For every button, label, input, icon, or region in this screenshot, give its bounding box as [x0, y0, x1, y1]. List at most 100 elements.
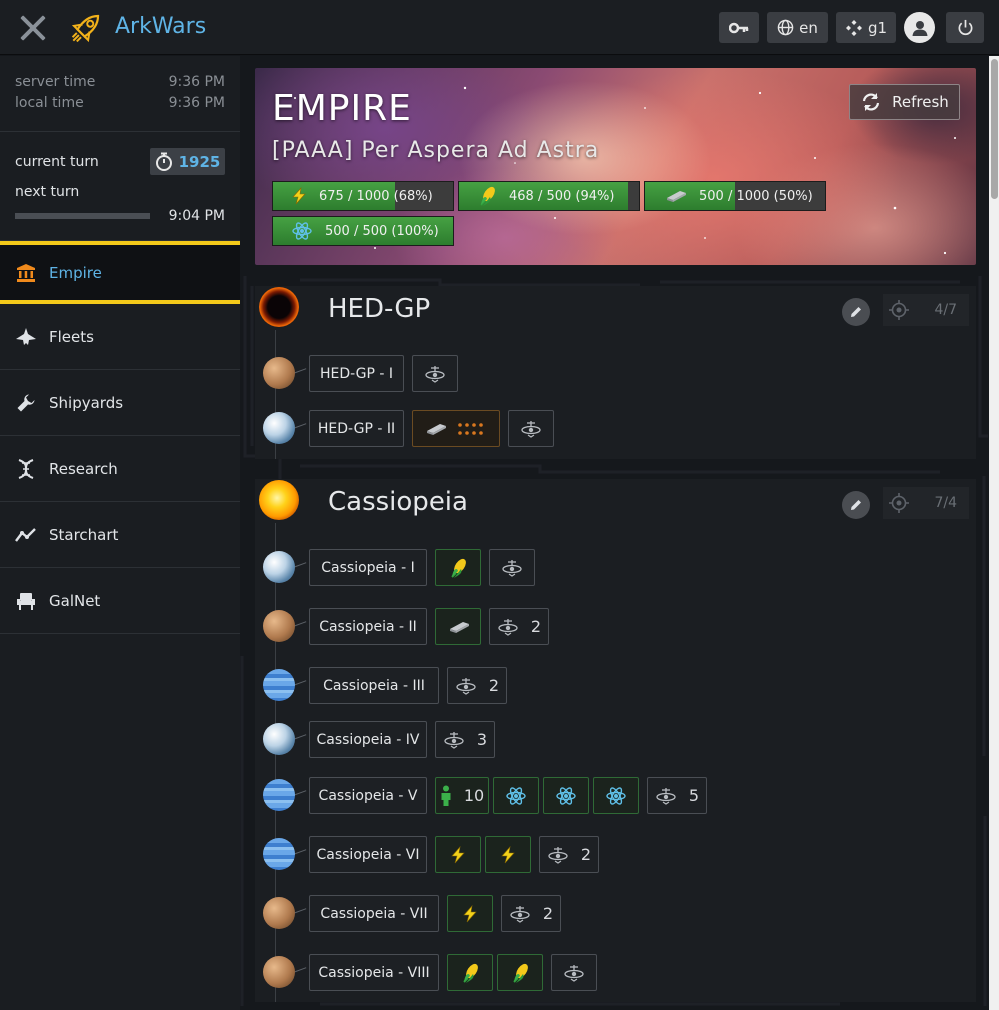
next-turn-time: 9:04 PM [168, 208, 225, 224]
locate-system-button[interactable]: 4/7 [883, 294, 969, 326]
planet-row: Cassiopeia - VI 2 [255, 833, 976, 875]
corn-icon [460, 962, 480, 984]
refresh-icon [863, 93, 880, 111]
planet-corn-button[interactable] [497, 954, 543, 991]
close-menu-icon[interactable] [17, 12, 49, 44]
planet-corn-button[interactable] [447, 954, 493, 991]
planet-orbital-button[interactable]: 2 [539, 836, 599, 873]
planet-row: Cassiopeia - IV 3 [255, 718, 976, 760]
planet-row: Cassiopeia - III 2 [255, 664, 976, 706]
build-dots-icon [457, 422, 489, 436]
scrollbar-thumb[interactable] [991, 59, 998, 199]
planet-metal-button[interactable] [435, 608, 481, 645]
stopwatch-icon [155, 152, 172, 171]
planet-orbital-button[interactable] [551, 954, 597, 991]
planet-atom-button[interactable] [543, 777, 589, 814]
current-turn-value: 1925 [178, 152, 221, 171]
edit-system-button[interactable] [842, 491, 870, 519]
planet-orbital-button[interactable]: 3 [435, 721, 495, 758]
system-planet-ratio: 7/4 [934, 495, 957, 511]
desert-planet-icon[interactable] [263, 956, 295, 988]
planet-name-button[interactable]: Cassiopeia - VI [309, 836, 427, 873]
resource-content: 500 / 500 (100%) [273, 217, 453, 245]
planet-orbital-button[interactable] [489, 549, 535, 586]
sidebar-item-label: Shipyards [49, 393, 124, 412]
earth-planet-icon[interactable] [263, 723, 295, 755]
resource-content: 468 / 500 (94%) [459, 182, 639, 210]
local-time-value: 9:36 PM [168, 95, 225, 111]
gas-planet-icon[interactable] [263, 669, 295, 701]
scrollbar-track[interactable] [989, 56, 999, 1010]
local-time-row: local time 9:36 PM [15, 93, 225, 114]
black-hole-icon[interactable] [259, 287, 299, 327]
planet-orbital-button[interactable] [412, 355, 458, 392]
refresh-button[interactable]: Refresh [849, 84, 960, 120]
planet-row: HED-GP - II [255, 407, 976, 449]
planet-atom-button[interactable] [493, 777, 539, 814]
planet-orbital-button[interactable]: 2 [447, 667, 507, 704]
planet-row: Cassiopeia - II 2 [255, 605, 976, 647]
language-button[interactable]: en [767, 12, 828, 43]
planet-name-button[interactable]: Cassiopeia - IV [309, 721, 427, 758]
planet-orbital-button[interactable]: 5 [647, 777, 707, 814]
planet-name-button[interactable]: HED-GP - II [309, 410, 404, 447]
desert-planet-icon[interactable] [263, 610, 295, 642]
planet-name-button[interactable]: Cassiopeia - V [309, 777, 427, 814]
gas-planet-icon[interactable] [263, 779, 295, 811]
orbital-icon [497, 617, 519, 637]
logout-button[interactable] [946, 12, 984, 43]
server-time-row: server time 9:36 PM [15, 72, 225, 93]
planet-name: Cassiopeia - III [323, 677, 425, 694]
sun-icon[interactable] [259, 480, 299, 520]
earth-planet-icon[interactable] [263, 551, 295, 583]
planet-item-count: 2 [542, 904, 554, 923]
sidebar-item-starchart[interactable]: Starchart [0, 502, 240, 568]
orbital-icon [455, 676, 477, 696]
globe-icon [777, 19, 794, 36]
game-button[interactable]: g1 [836, 12, 896, 43]
orbital-icon [655, 786, 677, 806]
planet-population-button[interactable]: 10 [435, 777, 489, 814]
metal-bar-icon [446, 620, 470, 634]
seat-icon [15, 590, 37, 612]
sidebar-item-empire[interactable]: Empire [0, 241, 240, 304]
planet-lightning-button[interactable] [447, 895, 493, 932]
atom-icon [555, 785, 577, 807]
planet-name-button[interactable]: Cassiopeia - I [309, 549, 427, 586]
next-turn-progress [15, 213, 150, 219]
sidebar-item-research[interactable]: Research [0, 436, 240, 502]
planet-name-button[interactable]: Cassiopeia - III [309, 667, 439, 704]
planet-name: Cassiopeia - VI [316, 846, 420, 863]
planet-atom-button[interactable] [593, 777, 639, 814]
profile-button[interactable] [904, 12, 935, 43]
sidebar-item-galnet[interactable]: GalNet [0, 568, 240, 634]
planet-name-button[interactable]: HED-GP - I [309, 355, 404, 392]
desert-planet-icon[interactable] [263, 897, 295, 929]
planet-name: Cassiopeia - II [319, 618, 417, 635]
planet-name-button[interactable]: Cassiopeia - II [309, 608, 427, 645]
sidebar-item-shipyards[interactable]: Shipyards [0, 370, 240, 436]
orbital-icon [424, 364, 446, 384]
desert-planet-icon[interactable] [263, 357, 295, 389]
edit-system-button[interactable] [842, 298, 870, 326]
planet-orbital-button[interactable]: 2 [489, 608, 549, 645]
planet-lightning-button[interactable] [485, 836, 531, 873]
planet-name-button[interactable]: Cassiopeia - VII [309, 895, 439, 932]
planet-name-button[interactable]: Cassiopeia - VIII [309, 954, 439, 991]
language-label: en [799, 18, 818, 37]
planet-metal-build-button[interactable] [412, 410, 500, 447]
locate-system-button[interactable]: 7/4 [883, 487, 969, 519]
planet-orbital-button[interactable] [508, 410, 554, 447]
gas-planet-icon[interactable] [263, 838, 295, 870]
sidebar-nav: Empire Fleets Shipyards Research Starchart Ga… [0, 241, 240, 634]
sidebar-item-fleets[interactable]: Fleets [0, 304, 240, 370]
planet-row: HED-GP - I [255, 352, 976, 394]
key-button[interactable] [719, 12, 759, 43]
earth-planet-icon[interactable] [263, 412, 295, 444]
wrench-icon [15, 392, 37, 414]
planet-corn-button[interactable] [435, 549, 481, 586]
planet-lightning-button[interactable] [435, 836, 481, 873]
refresh-label: Refresh [892, 93, 949, 111]
planet-orbital-button[interactable]: 2 [501, 895, 561, 932]
atom-icon [505, 785, 527, 807]
